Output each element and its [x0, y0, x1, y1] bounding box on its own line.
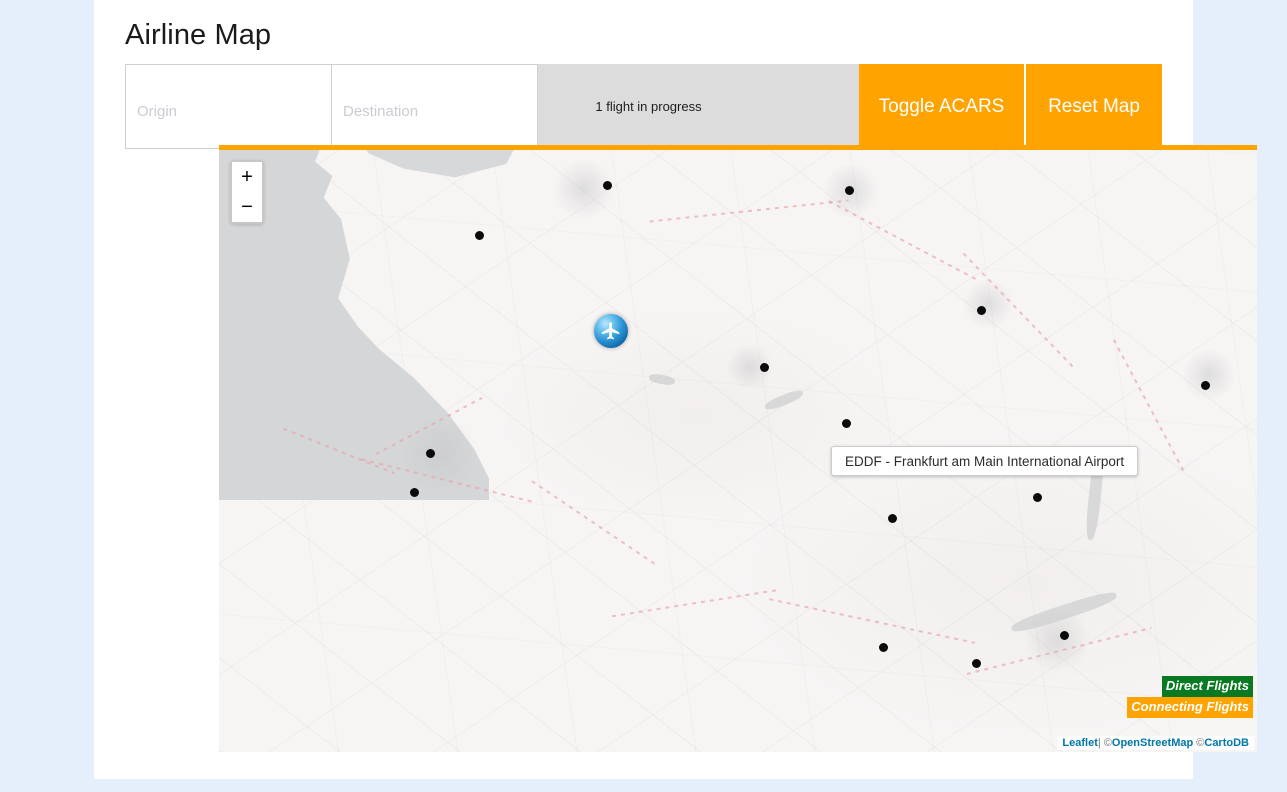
airport-marker[interactable] — [1059, 630, 1069, 640]
legend-row-direct: Direct Flights — [1127, 676, 1253, 697]
origin-input[interactable] — [125, 64, 332, 149]
legend-connecting-flights: Connecting Flights — [1127, 697, 1253, 718]
legend-row-connecting: Connecting Flights — [1127, 697, 1253, 718]
page-root: Airline Map 1 flight in progress Toggle … — [0, 0, 1287, 792]
airport-marker[interactable] — [841, 418, 851, 428]
map-urban-area — [959, 280, 1017, 328]
map-zoom-control[interactable]: + − — [230, 160, 264, 224]
leaflet-map[interactable]: + − EDDF - Frankfurt am Main Internation… — [219, 150, 1257, 752]
reset-map-button[interactable]: Reset Map — [1026, 64, 1162, 149]
map-legend: Direct Flights Connecting Flights — [1127, 676, 1253, 718]
openstreetmap-link[interactable]: OpenStreetMap — [1112, 737, 1193, 749]
airport-marker[interactable] — [971, 658, 981, 668]
airport-marker[interactable] — [878, 642, 888, 652]
airport-marker[interactable] — [425, 448, 435, 458]
airport-marker[interactable] — [1200, 380, 1210, 390]
airport-marker[interactable] — [976, 305, 986, 315]
airport-tooltip-text: EDDF - Frankfurt am Main International A… — [845, 453, 1125, 469]
osm-copyright-mark: © — [1103, 737, 1112, 749]
map-urban-area — [1179, 350, 1239, 400]
flight-in-progress-marker[interactable] — [594, 314, 628, 348]
airport-marker[interactable] — [759, 362, 769, 372]
zoom-in-button[interactable]: + — [232, 162, 262, 192]
cartodb-link[interactable]: CartoDB — [1204, 737, 1249, 749]
leaflet-link[interactable]: Leaflet — [1062, 737, 1097, 749]
app-card: Airline Map 1 flight in progress Toggle … — [94, 0, 1257, 779]
airport-marker[interactable] — [409, 487, 419, 497]
zoom-out-button[interactable]: − — [232, 192, 262, 222]
flight-status-bar: 1 flight in progress — [538, 64, 859, 149]
airplane-icon — [601, 322, 620, 340]
legend-direct-flights: Direct Flights — [1161, 676, 1253, 697]
airport-marker[interactable] — [602, 180, 612, 190]
airport-marker[interactable] — [887, 513, 897, 523]
flight-status-text: 1 flight in progress — [595, 99, 702, 114]
map-attribution: Leaflet| ©OpenStreetMap ©CartoDB — [1057, 736, 1254, 750]
destination-input[interactable] — [332, 64, 538, 149]
map-toolbar: 1 flight in progress Toggle ACARS Reset … — [125, 64, 1162, 149]
page-title: Airline Map — [125, 19, 272, 51]
airport-marker[interactable] — [474, 230, 484, 240]
airport-marker[interactable] — [844, 185, 854, 195]
attribution-separator: | — [1097, 737, 1101, 749]
airport-tooltip: EDDF - Frankfurt am Main International A… — [831, 446, 1139, 476]
toggle-acars-button[interactable]: Toggle ACARS — [859, 64, 1024, 149]
airport-marker[interactable] — [1032, 492, 1042, 502]
